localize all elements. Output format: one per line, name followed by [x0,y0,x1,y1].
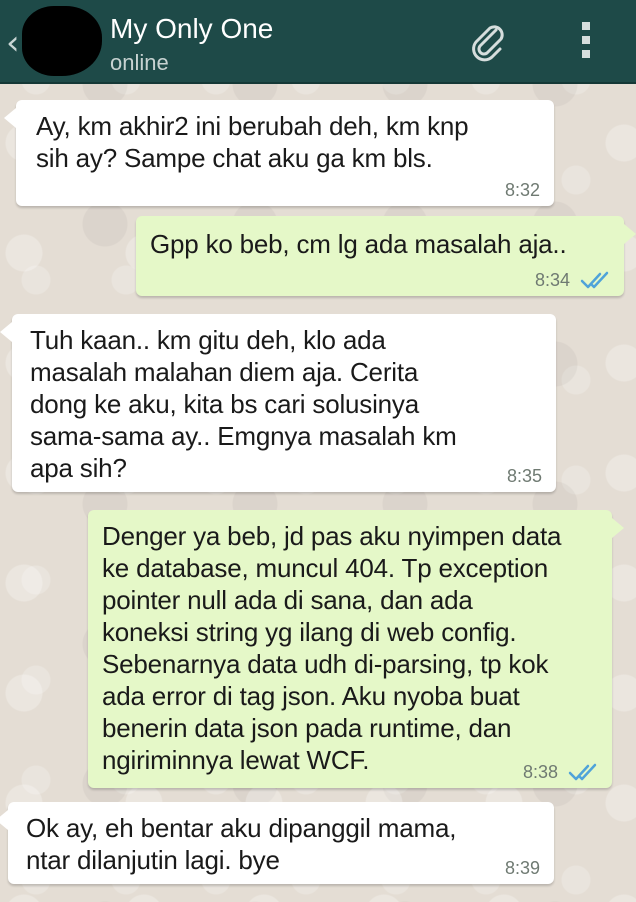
message-bubble-incoming[interactable]: Ok ay, eh bentar aku dipanggil mama, nta… [0,802,554,884]
paperclip-icon[interactable] [466,20,510,64]
chevron-left-icon[interactable]: ‹ [6,26,20,60]
contact-name[interactable]: My Only One [110,12,273,46]
message-text: Denger ya beb, jd pas aku nyimpen data k… [102,521,562,775]
message-time: 8:39 [504,858,540,878]
more-vert-icon[interactable] [574,22,598,62]
message-bubble-outgoing[interactable]: Gpp ko beb, cm lg ada masalah aja.. 8:34 [136,216,636,296]
message-time: 8:32 [504,180,540,200]
chat-header: ‹ My Only One online [0,0,636,84]
message-time: 8:38 [522,762,558,782]
double-check-icon [580,271,609,289]
avatar[interactable] [22,6,102,76]
message-text: Gpp ko beb, cm lg ada masalah aja.. [150,229,567,259]
message-text: Ay, km akhir2 ini berubah deh, km knp si… [36,111,469,173]
message-text: Tuh kaan.. km gitu deh, klo ada masalah … [30,325,457,483]
message-text: Ok ay, eh bentar aku dipanggil mama, nta… [26,813,457,875]
contact-status: online [110,50,169,75]
double-check-icon [568,763,597,781]
message-bubble-incoming[interactable]: Tuh kaan.. km gitu deh, klo ada masalah … [0,314,556,492]
message-bubble-incoming[interactable]: Ay, km akhir2 ini berubah deh, km knp si… [4,100,554,206]
message-bubble-outgoing[interactable]: Denger ya beb, jd pas aku nyimpen data k… [88,510,624,788]
message-time: 8:34 [534,270,570,290]
message-time: 8:35 [506,466,542,486]
